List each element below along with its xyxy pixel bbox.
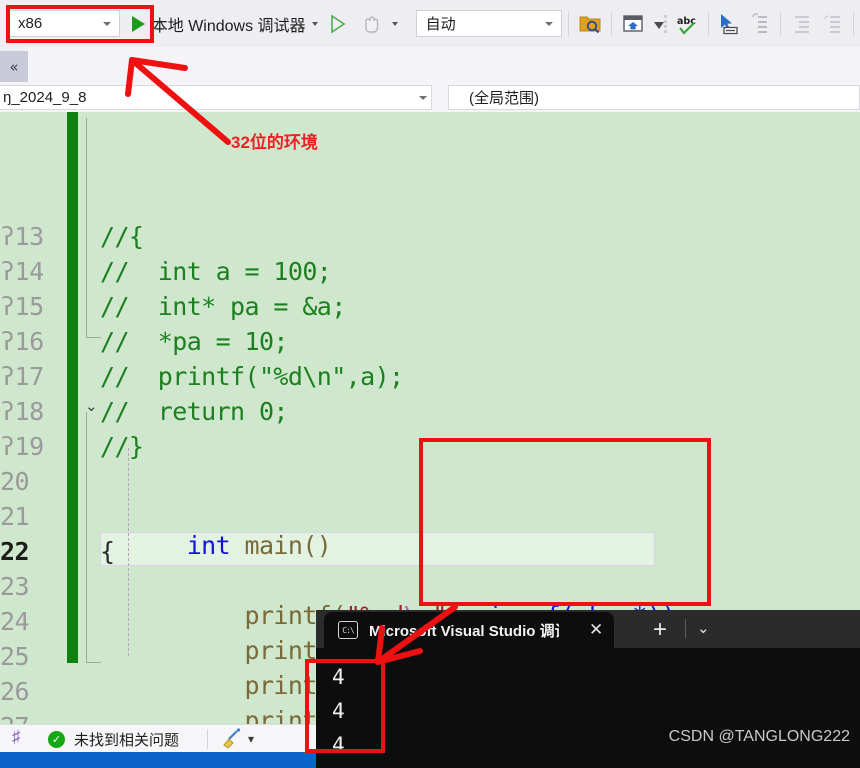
fold-guide-main xyxy=(86,412,87,662)
line-number: ʔ15 xyxy=(0,292,44,321)
debug-toolbar: x86 本地 Windows 调试器 自动 abc xyxy=(0,0,860,48)
line-number: 26 xyxy=(0,677,30,706)
console-tab[interactable]: C:\ Microsoft Visual Studio 调试控 xyxy=(324,612,614,648)
toggle-window-layout-icon[interactable] xyxy=(620,11,646,37)
line-number: ʔ16 xyxy=(0,327,44,356)
document-tab-strip: « xyxy=(0,47,860,82)
line-number: ʔ14 xyxy=(0,257,44,286)
console-dropdown-chevron-icon[interactable]: ⌄ xyxy=(697,619,710,637)
open-folder-search-icon[interactable] xyxy=(577,11,603,37)
broom-cleanup-icon[interactable] xyxy=(218,726,244,752)
code-line-15: // int* pa = &a; xyxy=(100,292,346,321)
console-output-line: 4 xyxy=(332,733,345,757)
annotation-note-32bit: 32位的环境 xyxy=(231,133,318,152)
debug-console-window[interactable]: C:\ Microsoft Visual Studio 调试控 ✕ + ⌄ 4 … xyxy=(316,610,860,768)
keyword-int: int xyxy=(186,531,231,560)
watermark-text: CSDN @TANGLONG222 xyxy=(668,728,850,745)
member-scope-value: (全局范围) xyxy=(469,90,539,107)
console-tab-close-icon[interactable]: ✕ xyxy=(589,620,603,640)
line-number: 24 xyxy=(0,607,30,636)
fold-region-comment xyxy=(86,118,101,338)
fold-region-main-end xyxy=(86,652,101,663)
chevron-down-icon xyxy=(102,21,111,26)
status-ok-check-icon: ✓ xyxy=(48,730,65,748)
code-line-22: { xyxy=(100,537,115,566)
toolbar-divider xyxy=(568,11,569,36)
tab-background xyxy=(28,47,860,82)
line-number: 21 xyxy=(0,502,30,531)
line-number: 20 xyxy=(0,467,30,496)
start-debug-chevron-down-icon[interactable] xyxy=(311,21,318,26)
console-output: 4 4 4 4 xyxy=(332,660,345,768)
line-number: ʔ17 xyxy=(0,362,44,391)
select-element-icon[interactable] xyxy=(716,11,742,37)
code-line-13: //{ xyxy=(100,222,144,251)
console-tab-bar: C:\ Microsoft Visual Studio 调试控 ✕ + ⌄ xyxy=(316,610,860,648)
start-debug-play-icon[interactable] xyxy=(131,15,145,32)
line-number: 23 xyxy=(0,572,30,601)
spell-check-abc-icon[interactable]: abc xyxy=(674,11,700,37)
file-scope-value: ŋ_2024_9_8 xyxy=(3,89,87,106)
console-tab-title: Microsoft Visual Studio 调试控 xyxy=(369,622,559,640)
console-output-line: 4 xyxy=(332,699,345,723)
hand-pause-chevron-down-icon[interactable] xyxy=(391,21,398,26)
navigation-bar: ŋ_2024_9_8 (全局范围) xyxy=(0,82,860,112)
status-message: 未找到相关问题 xyxy=(74,731,180,749)
line-number-current: 22 xyxy=(0,537,30,566)
hand-pause-icon xyxy=(358,11,384,37)
debug-config-value: 自动 xyxy=(425,16,456,33)
function-main: main() xyxy=(230,531,332,560)
code-line-14: // int a = 100; xyxy=(100,257,332,286)
code-line-17: // printf("%d\n",a); xyxy=(100,362,404,391)
line-number: ʔ19 xyxy=(0,432,44,461)
toolbar-divider xyxy=(853,11,855,36)
error-squiggle-icon: ♯ xyxy=(12,727,21,746)
fold-collapse-chevron-icon[interactable]: ⌄ xyxy=(85,397,98,415)
line-number: ʔ18 xyxy=(0,397,44,426)
console-tabbar-divider xyxy=(685,619,686,638)
start-without-debug-icon[interactable] xyxy=(324,11,350,37)
chevron-left-icon: « xyxy=(9,57,19,76)
indent-block-icon xyxy=(746,11,772,37)
decrease-indent-icon xyxy=(789,11,815,37)
line-number: 27 xyxy=(0,712,62,724)
console-new-tab-icon[interactable]: + xyxy=(653,616,667,644)
tab-scroll-left-button[interactable]: « xyxy=(0,51,28,82)
broom-chevron-down-icon[interactable]: ▾ xyxy=(248,732,254,746)
line-number: 25 xyxy=(0,642,30,671)
chevron-down-icon xyxy=(545,21,554,26)
toolbar-overflow-icon[interactable] xyxy=(650,11,670,37)
line-number: ʔ13 xyxy=(0,222,44,251)
chevron-down-icon xyxy=(419,95,427,100)
debug-config-combo[interactable]: 自动 xyxy=(415,10,563,37)
increase-indent-icon xyxy=(819,11,845,37)
terminal-icon: C:\ xyxy=(338,621,358,639)
platform-target-combo[interactable]: x86 xyxy=(8,10,120,37)
member-scope-combo[interactable]: (全局范围) xyxy=(448,85,860,110)
code-line-18: // return 0; xyxy=(100,397,288,426)
platform-target-value: x86 xyxy=(18,15,43,32)
status-divider xyxy=(207,729,209,749)
console-output-line: 4 xyxy=(332,665,345,689)
toolbar-divider xyxy=(610,11,612,36)
code-line-16: // *pa = 10; xyxy=(100,327,288,356)
console-output-line: 4 xyxy=(332,762,345,768)
code-line-19: //} xyxy=(100,432,144,461)
start-debug-label[interactable]: 本地 Windows 调试器 xyxy=(152,12,306,36)
file-scope-combo[interactable]: ŋ_2024_9_8 xyxy=(0,85,432,110)
toolbar-divider xyxy=(780,11,782,36)
change-tracking-bar xyxy=(67,112,78,663)
visual-studio-window: x86 本地 Windows 调试器 自动 abc « ŋ_2024_9_8 (… xyxy=(0,0,860,768)
toolbar-divider xyxy=(707,11,709,36)
